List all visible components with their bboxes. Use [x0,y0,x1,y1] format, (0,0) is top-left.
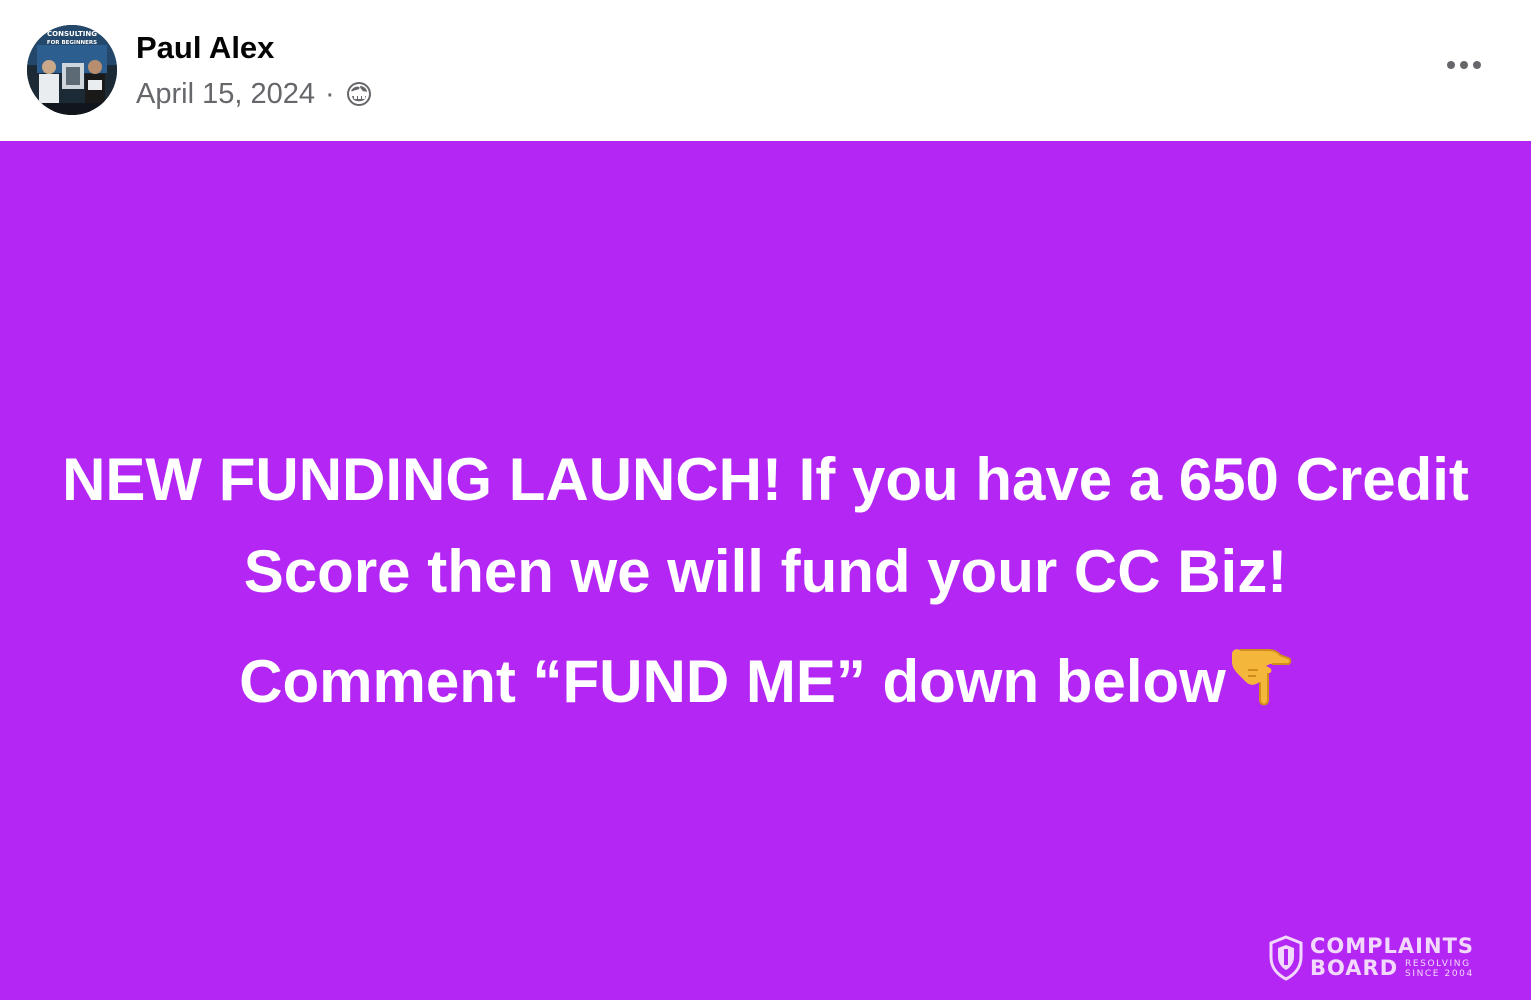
author-avatar[interactable]: CONSULTING FOR BEGINNERS [27,25,117,115]
more-options-button[interactable] [1437,44,1493,86]
post-message-headline: NEW FUNDING LAUNCH! If you have a 650 Cr… [62,446,1469,605]
avatar-banner-bottom: FOR BEGINNERS [47,40,97,46]
shield-logo-icon [1269,935,1303,981]
author-name[interactable]: Paul Alex [136,30,274,66]
post-message-cta: Comment “FUND ME” down below [40,642,1491,730]
post-meta: April 15, 2024 · [136,76,374,112]
post-background-panel: NEW FUNDING LAUNCH! If you have a 650 Cr… [0,141,1531,1000]
watermark-tagline-1: RESOLVING [1405,959,1471,969]
meta-separator: · [324,78,335,110]
pointing-down-hand-emoji [1228,644,1292,730]
complaintsboard-watermark: COMPLAINTS BOARD RESOLVING SINCE 2004 [1268,935,1488,981]
watermark-tagline-2: SINCE 2004 [1405,969,1474,979]
watermark-line2: BOARD [1310,956,1399,980]
post-message-cta-text: Comment “FUND ME” down below [239,648,1226,715]
avatar-image: CONSULTING FOR BEGINNERS [27,25,117,115]
watermark-line1: COMPLAINTS [1310,934,1475,958]
more-options-icon [1447,61,1481,69]
post-header: CONSULTING FOR BEGINNERS Paul Alex April… [0,0,1531,141]
avatar-banner-top: CONSULTING [47,30,97,38]
public-globe-icon[interactable] [344,79,374,109]
post-date[interactable]: April 15, 2024 [136,76,315,112]
facebook-post: CONSULTING FOR BEGINNERS Paul Alex April… [0,0,1531,1000]
